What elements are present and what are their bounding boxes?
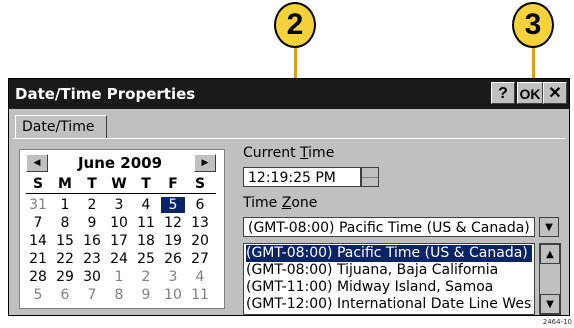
label-part: Time	[243, 195, 282, 211]
calendar-day[interactable]: 4	[188, 269, 212, 285]
time-zone-label: Time Zone	[243, 195, 317, 211]
calendar-day[interactable]: 13	[188, 215, 212, 231]
label-accel: Z	[281, 195, 292, 211]
weekday-label: S	[32, 176, 44, 192]
calendar-day[interactable]: 18	[134, 233, 158, 249]
calendar-day[interactable]: 7	[80, 287, 104, 303]
list-item[interactable]: (GMT-11:00) Midway Island, Samoa	[246, 279, 532, 296]
calendar-day[interactable]: 27	[188, 251, 212, 267]
calendar-day[interactable]: 3	[161, 269, 185, 285]
chevron-down-icon: ▼	[545, 221, 553, 233]
date-time-properties-dialog: Date/Time Properties ? OK ✕ Date/Time ◀ …	[8, 78, 570, 316]
weekday-label: S	[194, 176, 206, 192]
current-time-label: Current Time	[243, 145, 334, 161]
calendar-day[interactable]: 4	[134, 197, 158, 213]
tab-panel: ◀ June 2009 ▶ SMTWTFS 31 1 2 3 4 5 6 7 8 9 10 11 12 1…	[13, 138, 565, 315]
calendar-day[interactable]: 23	[80, 251, 104, 267]
weekday-label: T	[87, 176, 97, 192]
calendar-header: ◀ June 2009 ▶	[26, 154, 216, 172]
time-zone-dropdown-button[interactable]: ▼	[539, 217, 559, 237]
calendar-day[interactable]: 28	[26, 269, 50, 285]
list-item[interactable]: (GMT-08:00) Tijuana, Baja California	[246, 262, 532, 279]
calendar-day[interactable]: 6	[188, 197, 212, 213]
calendar-day[interactable]: 22	[53, 251, 77, 267]
spin-down-button[interactable]	[362, 177, 378, 186]
close-button[interactable]: ✕	[543, 82, 567, 104]
label-part: one	[291, 195, 318, 211]
weekday-label: F	[168, 176, 178, 192]
list-scrollbar[interactable]: ▲ ▼	[539, 243, 561, 315]
calendar-day[interactable]: 12	[161, 215, 185, 231]
next-month-button[interactable]: ▶	[194, 154, 216, 172]
callout-2: 2	[274, 2, 316, 48]
month-calendar[interactable]: ◀ June 2009 ▶ SMTWTFS 31 1 2 3 4 5 6 7 8 9 10 11 12 1…	[19, 149, 225, 309]
window-title: Date/Time Properties	[15, 85, 196, 103]
calendar-day[interactable]: 16	[80, 233, 104, 249]
calendar-day[interactable]: 1	[53, 197, 77, 213]
title-bar: Date/Time Properties ? OK ✕	[9, 79, 569, 109]
callout-3: 3	[512, 2, 554, 48]
calendar-day[interactable]: 30	[80, 269, 104, 285]
calendar-day[interactable]: 8	[53, 215, 77, 231]
calendar-day[interactable]: 7	[26, 215, 50, 231]
calendar-day[interactable]: 3	[107, 197, 131, 213]
calendar-day[interactable]: 25	[134, 251, 158, 267]
calendar-day[interactable]: 5	[161, 197, 185, 213]
time-spinner[interactable]	[361, 167, 379, 187]
scroll-up-button[interactable]: ▲	[540, 244, 560, 264]
time-zone-list[interactable]: (GMT-08:00) Pacific Time (US & Canada) (…	[243, 243, 535, 315]
calendar-day[interactable]: 19	[161, 233, 185, 249]
arrow-down-icon: ▼	[546, 298, 554, 310]
calendar-day[interactable]: 21	[26, 251, 50, 267]
calendar-day[interactable]: 26	[161, 251, 185, 267]
scroll-down-button[interactable]: ▼	[540, 294, 560, 314]
label-part: ime	[308, 145, 335, 161]
current-time-input[interactable]: 12:19:25 PM	[243, 167, 361, 187]
list-item[interactable]: (GMT-08:00) Pacific Time (US & Canada)	[245, 244, 533, 263]
calendar-month-label[interactable]: June 2009	[70, 154, 170, 172]
weekday-label: W	[111, 176, 127, 192]
calendar-day[interactable]: 8	[107, 287, 131, 303]
arrow-left-icon: ◀	[33, 158, 41, 168]
arrow-up-icon: ▲	[546, 248, 554, 260]
calendar-day[interactable]: 31	[26, 197, 50, 213]
calendar-day[interactable]: 15	[53, 233, 77, 249]
label-part: Current	[243, 145, 301, 161]
calendar-day[interactable]: 2	[134, 269, 158, 285]
calendar-day[interactable]: 10	[161, 287, 185, 303]
calendar-day[interactable]: 2	[80, 197, 104, 213]
calendar-day[interactable]: 24	[107, 251, 131, 267]
calendar-day[interactable]: 14	[26, 233, 50, 249]
callout-3-leader	[532, 48, 535, 82]
list-item[interactable]: (GMT-12:00) International Date Line West	[246, 296, 532, 313]
tab-date-time[interactable]: Date/Time	[15, 115, 107, 139]
ok-button[interactable]: OK	[517, 82, 543, 104]
time-zone-select[interactable]: (GMT-08:00) Pacific Time (US & Canada)	[243, 217, 535, 237]
weekday-divider	[26, 193, 216, 194]
calendar-day[interactable]: 17	[107, 233, 131, 249]
label-accel: T	[300, 145, 309, 161]
calendar-day[interactable]: 9	[80, 215, 104, 231]
weekday-label: M	[58, 176, 72, 192]
calendar-day[interactable]: 1	[107, 269, 131, 285]
arrow-right-icon: ▶	[201, 158, 209, 168]
weekday-label: T	[141, 176, 151, 192]
calendar-day[interactable]: 20	[188, 233, 212, 249]
calendar-day[interactable]: 11	[134, 215, 158, 231]
prev-month-button[interactable]: ◀	[26, 154, 48, 172]
calendar-day[interactable]: 6	[53, 287, 77, 303]
figure-number: 2464-10	[542, 318, 572, 326]
help-button[interactable]: ?	[491, 82, 515, 104]
calendar-day[interactable]: 5	[26, 287, 50, 303]
calendar-day[interactable]: 10	[107, 215, 131, 231]
calendar-day[interactable]: 29	[53, 269, 77, 285]
calendar-day[interactable]: 11	[188, 287, 212, 303]
calendar-day[interactable]: 9	[134, 287, 158, 303]
